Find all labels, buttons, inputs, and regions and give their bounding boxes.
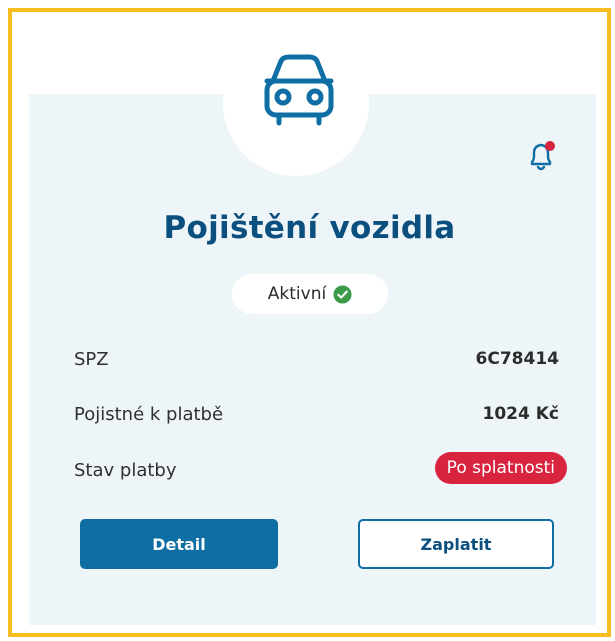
notification-dot bbox=[545, 141, 555, 151]
check-circle-icon bbox=[333, 284, 352, 304]
premium-label: Pojistné k platbě bbox=[74, 404, 224, 425]
card-title: Pojištění vozidla bbox=[163, 210, 456, 246]
overdue-badge: Po splatnosti bbox=[434, 452, 567, 484]
row-spz: SPZ 6C78414 bbox=[74, 341, 559, 381]
detail-button[interactable]: Detail bbox=[80, 519, 278, 569]
payment-status-label: Stav platby bbox=[74, 460, 177, 481]
row-payment-status: Stav platby Po splatnosti bbox=[74, 452, 567, 492]
bell-icon[interactable] bbox=[527, 140, 557, 174]
status-label: Aktivní bbox=[267, 284, 327, 304]
pay-button[interactable]: Zaplatit bbox=[358, 519, 554, 569]
car-icon bbox=[264, 54, 334, 126]
policy-card-frame: Pojištění vozidla Aktivní SPZ 6C78414 Po… bbox=[8, 8, 611, 637]
premium-value: 1024 Kč bbox=[482, 404, 559, 424]
spz-value: 6C78414 bbox=[475, 349, 559, 369]
row-premium: Pojistné k platbě 1024 Kč bbox=[74, 396, 559, 436]
status-badge: Aktivní bbox=[232, 274, 388, 314]
spz-label: SPZ bbox=[74, 349, 109, 370]
